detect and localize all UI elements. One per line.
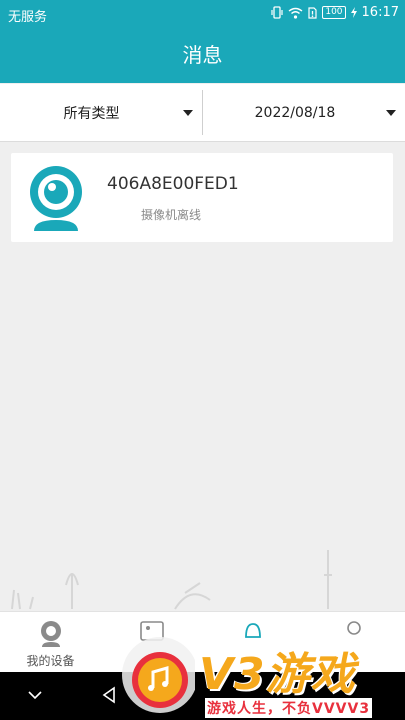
message-item[interactable]: 406A8E00FED1 摄像机离线 xyxy=(11,153,393,242)
chevron-down-icon[interactable] xyxy=(26,686,44,704)
filter-bar: 所有类型 2022/08/18 xyxy=(0,84,405,142)
device-id: 406A8E00FED1 xyxy=(107,174,239,194)
clock: 16:17 xyxy=(361,5,399,20)
watermark-logo-icon xyxy=(122,637,195,713)
charging-icon xyxy=(350,7,357,18)
watermark-brand: V3游戏 xyxy=(199,649,356,700)
date-filter-label: 2022/08/18 xyxy=(254,104,336,121)
caret-down-icon xyxy=(183,109,193,116)
camera-icon xyxy=(30,166,82,231)
divider xyxy=(202,90,203,135)
type-filter-dropdown[interactable]: 所有类型 xyxy=(0,84,202,141)
message-text: 摄像机离线 xyxy=(141,208,202,222)
status-bar: 无服务 100 16:17 xyxy=(0,0,405,27)
webcam-icon xyxy=(40,621,61,647)
carrier-label: 无服务 xyxy=(8,10,48,25)
tab-label: 我的设备 xyxy=(26,654,75,668)
caret-down-icon xyxy=(386,109,396,116)
sim-error-icon xyxy=(308,6,317,19)
wifi-icon xyxy=(288,7,303,19)
status-icons: 100 16:17 xyxy=(271,5,399,20)
date-filter-dropdown[interactable]: 2022/08/18 xyxy=(204,84,405,141)
watermark: V3游戏 游戏人生，不负VVVV3 xyxy=(105,630,405,720)
vibrate-icon xyxy=(271,6,283,19)
page-title: 消息 xyxy=(0,27,405,83)
watermark-slogan: 游戏人生，不负VVVV3 xyxy=(205,698,373,718)
battery-indicator: 100 xyxy=(322,6,346,19)
background-decoration xyxy=(11,550,332,610)
type-filter-label: 所有类型 xyxy=(63,105,120,122)
tab-my-devices[interactable]: 我的设备 xyxy=(0,612,101,673)
